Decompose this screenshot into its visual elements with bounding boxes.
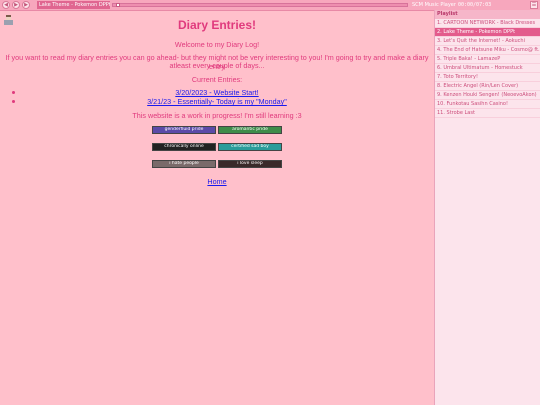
bullet-icon	[12, 100, 15, 103]
seek-bar[interactable]	[112, 3, 408, 7]
badge-genderfluid: genderfluid pride	[152, 126, 216, 134]
badge-aromantic: aromantic pride	[218, 126, 282, 134]
home-link-wrap: Home	[0, 177, 434, 186]
playlist-panel: Playlist 1. CARTOON NETWORK - Black Dres…	[434, 10, 540, 405]
welcome-text: Welcome to my Diary Log!	[174, 40, 260, 49]
playlist-list: 1. CARTOON NETWORK - Black Dresses 2. Lak…	[435, 19, 540, 118]
entry-link-1[interactable]: 3/20/2023 - Website Start!	[175, 88, 258, 97]
bullet-icon	[12, 91, 15, 94]
wip-text: This website is a work in progress! I'm …	[132, 111, 302, 120]
play-icon[interactable]: ▶	[12, 1, 20, 9]
playlist-item[interactable]: 7. Toto Territory!	[435, 73, 540, 82]
playlist-item[interactable]: 11. Strobe Last	[435, 109, 540, 118]
playlist-header: Playlist	[435, 10, 540, 19]
badge-love-sleep: i love sleep	[218, 160, 282, 168]
playlist-item[interactable]: 5. Triple Baka! - LamazeP	[435, 55, 540, 64]
seek-handle[interactable]	[115, 3, 120, 7]
badge-chronically-online: chronically online	[152, 143, 216, 151]
playlist-item[interactable]: 9. Kenzen Houki Sengen! (NeoevoAkon)	[435, 91, 540, 100]
next-icon[interactable]: ▶	[22, 1, 30, 9]
playlist-item[interactable]: 4. The End of Hatsune Miku - Cosmo@ ft. …	[435, 46, 540, 55]
list-item: 3/21/23 - Essentially- Today is my "Mond…	[0, 97, 434, 106]
badge-sad-boy: certified sad boy	[218, 143, 282, 151]
playlist-item[interactable]: 3. Let's Quit the Internet! - Aokuchi	[435, 37, 540, 46]
home-link[interactable]: Home	[207, 177, 226, 186]
list-item: 3/20/2023 - Website Start!	[0, 88, 434, 97]
entries-heading: Current Entries:	[191, 75, 243, 84]
badge-hate-people: i hate people	[152, 160, 216, 168]
playlist-item[interactable]: 6. Umbral Ultimatum - Homestuck	[435, 64, 540, 73]
playlist-item[interactable]: 2. Lake Theme - Pokemon DPPt	[435, 28, 540, 37]
page-title: Diary Entries!	[177, 18, 257, 32]
previous-icon[interactable]: ◀	[2, 1, 10, 9]
playlist-item[interactable]: 8. Electric Angel (Rin/Len Cover)	[435, 82, 540, 91]
now-playing-title: Lake Theme - Pokemon DPPt	[37, 1, 110, 9]
intro-text-line2: atleast every couple of days...	[169, 61, 265, 70]
entry-link-2[interactable]: 3/21/23 - Essentially- Today is my "Mond…	[147, 97, 287, 106]
player-time: 00:00/07:03	[458, 2, 492, 8]
playlist-item[interactable]: 1. CARTOON NETWORK - Black Dresses	[435, 19, 540, 28]
playlist-item[interactable]: 10. Funkotau Sasihn Casino!	[435, 100, 540, 109]
toggle-playlist-icon[interactable]: ☰	[530, 1, 538, 9]
entries-list: 3/20/2023 - Website Start! 3/21/23 - Ess…	[0, 88, 434, 106]
player-name: SCM Music Player	[412, 2, 456, 8]
